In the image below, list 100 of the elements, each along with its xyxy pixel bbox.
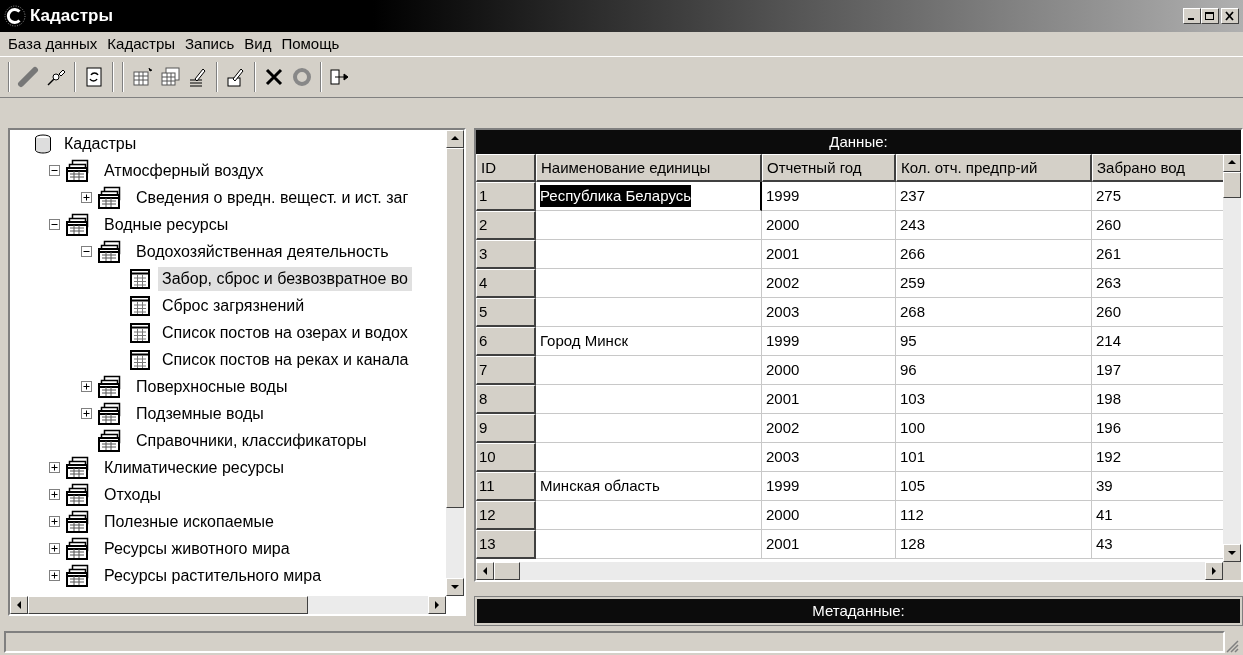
collapse-icon[interactable]	[48, 165, 60, 176]
table-cell[interactable]: 105	[896, 472, 1092, 501]
table-cell[interactable]: 96	[896, 356, 1092, 385]
tree-item[interactable]: Сведения о вредн. вещест. и ист. заг	[132, 185, 413, 210]
expand-icon[interactable]	[80, 381, 92, 392]
table-cell[interactable]: 2001	[762, 240, 896, 269]
tree-item[interactable]: Кадастры	[60, 131, 141, 156]
tree-item[interactable]: Климатические ресурсы	[100, 455, 288, 480]
row-header[interactable]: 12	[476, 501, 536, 530]
menu-item[interactable]: Кадастры	[103, 32, 180, 56]
row-header[interactable]: 10	[476, 443, 536, 472]
table-cell[interactable]: 243	[896, 211, 1092, 240]
tree-item[interactable]: Подземные воды	[132, 401, 268, 426]
scroll-down-button[interactable]	[446, 578, 464, 596]
table-cell[interactable]: Город Минск	[536, 327, 762, 356]
table-cell[interactable]: 101	[896, 443, 1092, 472]
table-cell[interactable]: 1999	[762, 327, 896, 356]
expand-icon[interactable]	[80, 408, 92, 419]
collapse-icon[interactable]	[80, 246, 92, 257]
table-cell[interactable]: 2000	[762, 356, 896, 385]
tree-item[interactable]: Справочники, классификаторы	[132, 428, 371, 453]
table-cell[interactable]: 112	[896, 501, 1092, 530]
row-header[interactable]: 7	[476, 356, 536, 385]
row-header[interactable]: 13	[476, 530, 536, 559]
row-header[interactable]: 6	[476, 327, 536, 356]
tree-item[interactable]: Список постов на реках и канала	[158, 347, 413, 372]
scroll-down-button[interactable]	[1223, 544, 1241, 562]
column-header[interactable]: Забрано вод	[1092, 154, 1223, 182]
table-cell[interactable]	[536, 414, 762, 443]
row-header[interactable]: 5	[476, 298, 536, 327]
expand-icon[interactable]	[48, 570, 60, 581]
menu-item[interactable]: Помощь	[277, 32, 344, 56]
expand-icon[interactable]	[48, 489, 60, 500]
row-header[interactable]: 1	[476, 182, 536, 211]
tree-item[interactable]: Отходы	[100, 482, 165, 507]
scroll-left-button[interactable]	[476, 562, 494, 580]
table-cell[interactable]	[536, 443, 762, 472]
table-cell[interactable]: 2002	[762, 269, 896, 298]
tree-item[interactable]: Ресурсы растительного мира	[100, 563, 326, 588]
scroll-left-button[interactable]	[10, 596, 28, 614]
table-cell[interactable]: 1999	[762, 182, 896, 211]
table-cell[interactable]: 100	[896, 414, 1092, 443]
table-cell[interactable]: 268	[896, 298, 1092, 327]
table-cell[interactable]: 237	[896, 182, 1092, 211]
table-cell[interactable]	[536, 530, 762, 559]
scroll-up-button[interactable]	[1223, 154, 1241, 172]
close-icon[interactable]	[1221, 8, 1239, 24]
tree-item[interactable]: Список постов на озерах и водох	[158, 320, 412, 345]
table-cell[interactable]: 2002	[762, 414, 896, 443]
table-cell[interactable]	[536, 385, 762, 414]
row-header[interactable]: 4	[476, 269, 536, 298]
table-cell[interactable]	[536, 211, 762, 240]
expand-icon[interactable]	[80, 192, 92, 203]
table-cell[interactable]: 2000	[762, 501, 896, 530]
expand-icon[interactable]	[48, 543, 60, 554]
collapse-icon[interactable]	[48, 219, 60, 230]
expand-icon[interactable]	[48, 462, 60, 473]
row-header[interactable]: 2	[476, 211, 536, 240]
scroll-right-button[interactable]	[1205, 562, 1223, 580]
column-header[interactable]: Кол. отч. предпр-ий	[896, 154, 1092, 182]
menu-item[interactable]: Вид	[240, 32, 276, 56]
table-cell[interactable]	[536, 240, 762, 269]
table-cell[interactable]: Минская область	[536, 472, 762, 501]
maximize-icon[interactable]	[1201, 8, 1219, 24]
tree-item[interactable]: Атмосферный воздух	[100, 158, 268, 183]
tree-item[interactable]: Поверхносные воды	[132, 374, 292, 399]
column-header[interactable]: Отчетный год	[762, 154, 896, 182]
scroll-right-button[interactable]	[428, 596, 446, 614]
tree-item[interactable]: Полезные ископаемые	[100, 509, 278, 534]
tree-item[interactable]: Ресурсы животного мира	[100, 536, 294, 561]
table-cell[interactable]: 128	[896, 530, 1092, 559]
tree-item[interactable]: Водохозяйственная деятельность	[132, 239, 393, 264]
row-header[interactable]: 9	[476, 414, 536, 443]
column-header[interactable]: Наименование единицы	[536, 154, 762, 182]
row-header[interactable]: 3	[476, 240, 536, 269]
table-cell[interactable]: 95	[896, 327, 1092, 356]
tree-item[interactable]: Забор, сброс и безвозвратное во	[158, 266, 412, 291]
table-cell[interactable]: 2001	[762, 530, 896, 559]
table-cell[interactable]: 2000	[762, 211, 896, 240]
table-cell[interactable]	[536, 356, 762, 385]
table-cell[interactable]: 103	[896, 385, 1092, 414]
minimize-icon[interactable]	[1183, 8, 1201, 24]
row-header[interactable]: 8	[476, 385, 536, 414]
row-header[interactable]: 11	[476, 472, 536, 501]
scroll-up-button[interactable]	[446, 130, 464, 148]
table-cell[interactable]: 259	[896, 269, 1092, 298]
table-cell[interactable]	[536, 298, 762, 327]
table-cell[interactable]: 266	[896, 240, 1092, 269]
table-cell[interactable]	[536, 501, 762, 530]
table-cell[interactable]: 2001	[762, 385, 896, 414]
table-cell[interactable]: 1999	[762, 472, 896, 501]
menu-item[interactable]: База данных	[4, 32, 102, 56]
table-cell[interactable]: 2003	[762, 298, 896, 327]
expand-icon[interactable]	[48, 516, 60, 527]
table-cell[interactable]: 2003	[762, 443, 896, 472]
column-header[interactable]: ID	[476, 154, 536, 182]
tree-item[interactable]: Сброс загрязнений	[158, 293, 309, 318]
table-cell[interactable]	[536, 269, 762, 298]
menu-item[interactable]: Запись	[181, 32, 239, 56]
tree-item[interactable]: Водные ресурсы	[100, 212, 233, 237]
